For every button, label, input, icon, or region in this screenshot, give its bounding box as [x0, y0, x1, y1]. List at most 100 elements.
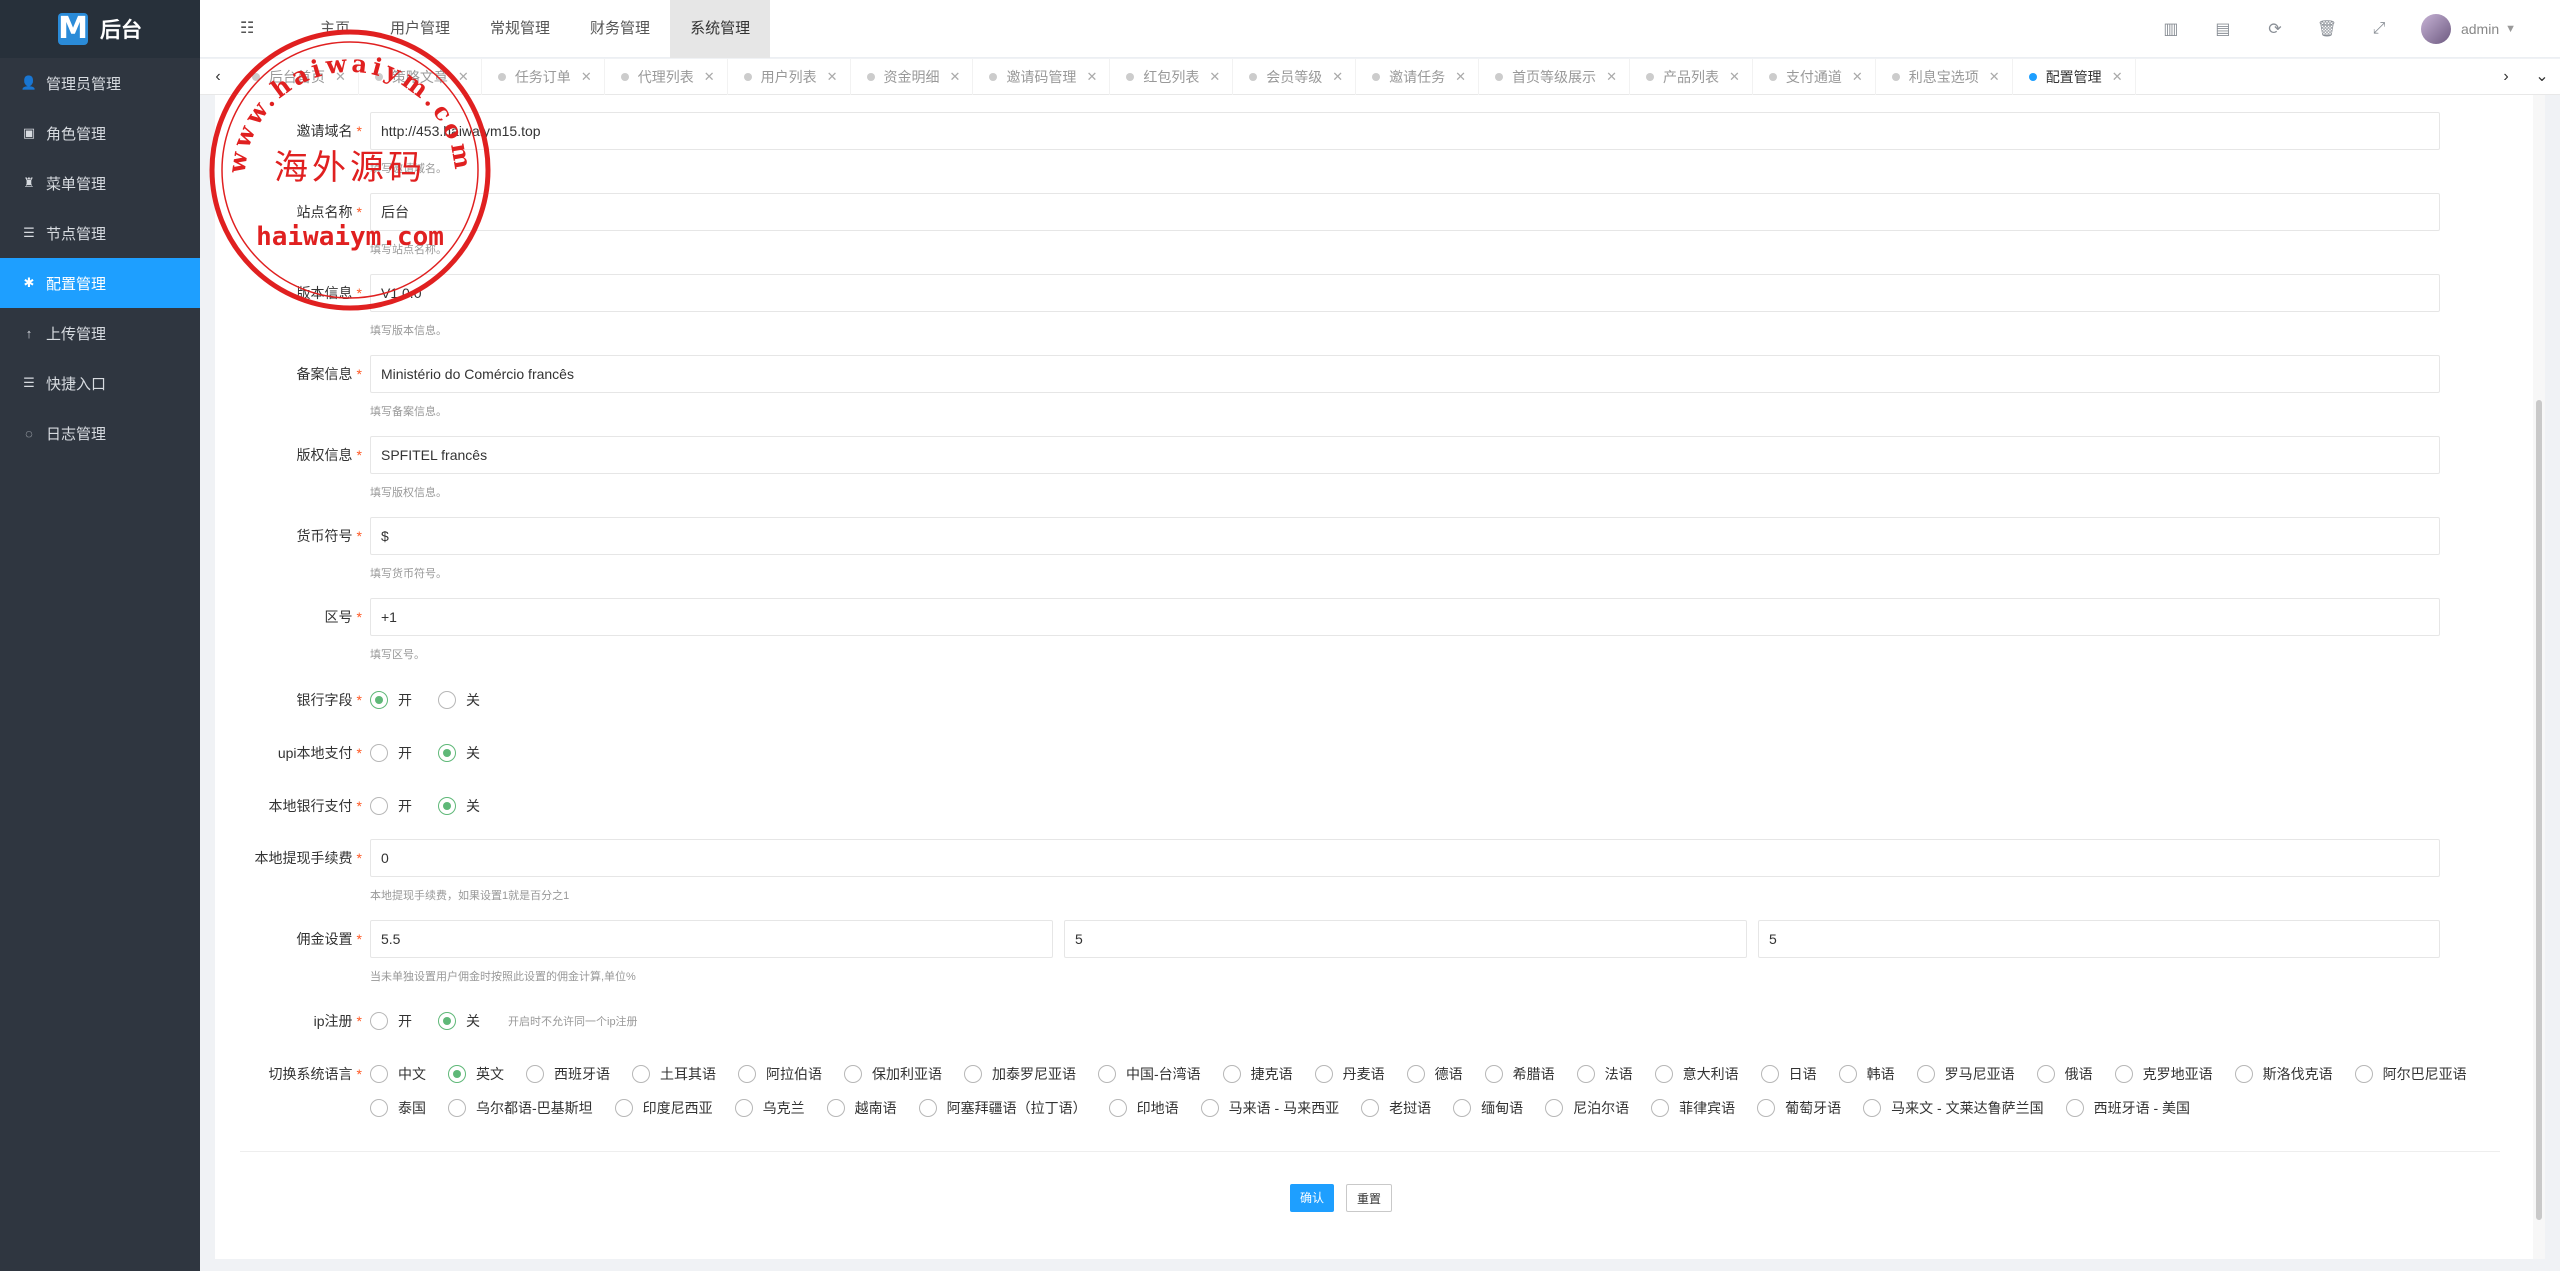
language-option-radio[interactable]: 西班牙语: [526, 1057, 610, 1091]
language-option-radio[interactable]: 马来文 - 文莱达鲁萨兰国: [1863, 1091, 2044, 1125]
close-icon[interactable]: ✕: [581, 59, 592, 95]
sidebar-item-4[interactable]: ✱ 配置管理: [0, 258, 200, 308]
record-input[interactable]: Ministério do Comércio francês: [370, 355, 2440, 393]
tab-5[interactable]: 资金明细 ✕: [851, 59, 974, 95]
chart-icon[interactable]: ▥: [2145, 19, 2197, 39]
language-option-radio[interactable]: 土耳其语: [632, 1057, 716, 1091]
language-option-radio[interactable]: 斯洛伐克语: [2234, 1057, 2333, 1091]
close-icon[interactable]: ✕: [704, 59, 715, 95]
confirm-button[interactable]: 确认: [1290, 1184, 1334, 1212]
close-icon[interactable]: ✕: [1729, 59, 1740, 95]
close-icon[interactable]: ✕: [1606, 59, 1617, 95]
site-name-input[interactable]: 后台: [370, 193, 2440, 231]
withdraw-fee-input[interactable]: 0: [370, 839, 2440, 877]
language-option-radio[interactable]: 马来语 - 马来西亚: [1200, 1091, 1339, 1125]
commission-input-3[interactable]: 5: [1758, 920, 2440, 958]
tab-1[interactable]: 策略文章 ✕: [359, 59, 482, 95]
fullscreen-icon[interactable]: ⤢: [2353, 20, 2405, 38]
version-input[interactable]: V1.0.0: [370, 274, 2440, 312]
area-code-input[interactable]: +1: [370, 598, 2440, 636]
tab-0[interactable]: 后台首页 ✕: [236, 59, 359, 95]
logo[interactable]: M 后台: [0, 0, 200, 58]
tab-4[interactable]: 用户列表 ✕: [728, 59, 851, 95]
sidebar-item-7[interactable]: ◌ 日志管理: [0, 408, 200, 458]
topnav-item-4[interactable]: 系统管理: [670, 0, 771, 58]
sidebar-item-1[interactable]: ▣ 角色管理: [0, 108, 200, 158]
ip-register-off-radio[interactable]: 关: [438, 1011, 480, 1031]
card-icon[interactable]: ▤: [2197, 19, 2249, 39]
tab-10[interactable]: 首页等级展示 ✕: [1479, 59, 1630, 95]
refresh-icon[interactable]: ⟳: [2249, 19, 2301, 39]
language-option-radio[interactable]: 中文: [370, 1057, 426, 1091]
language-option-radio[interactable]: 罗马尼亚语: [1916, 1057, 2015, 1091]
language-option-radio[interactable]: 西班牙语 - 美国: [2065, 1091, 2190, 1125]
language-option-radio[interactable]: 尼泊尔语: [1545, 1091, 1629, 1125]
scrollbar[interactable]: [2533, 95, 2545, 1259]
tab-12[interactable]: 支付通道 ✕: [1753, 59, 1876, 95]
language-option-radio[interactable]: 克罗地亚语: [2114, 1057, 2213, 1091]
ip-register-on-radio[interactable]: 开: [370, 1011, 412, 1031]
tabs-scroll-right-icon[interactable]: ›: [2488, 59, 2524, 95]
sidebar-item-3[interactable]: ☰ 节点管理: [0, 208, 200, 258]
tab-9[interactable]: 邀请任务 ✕: [1356, 59, 1480, 95]
language-option-radio[interactable]: 葡萄牙语: [1757, 1091, 1841, 1125]
language-option-radio[interactable]: 乌克兰: [734, 1091, 805, 1125]
language-option-radio[interactable]: 意大利语: [1654, 1057, 1739, 1091]
commission-input-2[interactable]: 5: [1064, 920, 1747, 958]
language-option-radio[interactable]: 阿拉伯语: [738, 1057, 822, 1091]
language-option-radio[interactable]: 加泰罗尼亚语: [964, 1057, 1076, 1091]
topnav-item-1[interactable]: 用户管理: [370, 0, 470, 58]
close-icon[interactable]: ✕: [1209, 59, 1220, 95]
currency-input[interactable]: $: [370, 517, 2440, 555]
close-icon[interactable]: ✕: [950, 59, 961, 95]
sidebar-item-6[interactable]: ☰ 快捷入口: [0, 358, 200, 408]
language-option-radio[interactable]: 阿尔巴尼亚语: [2354, 1057, 2467, 1091]
invite-domain-input[interactable]: http://453.haiwaiym15.top: [370, 112, 2440, 150]
tab-6[interactable]: 邀请码管理 ✕: [973, 59, 1111, 95]
close-icon[interactable]: ✕: [1086, 59, 1097, 95]
local-bank-pay-on-radio[interactable]: 开: [370, 796, 412, 816]
language-option-radio[interactable]: 希腊语: [1484, 1057, 1555, 1091]
bank-field-on-radio[interactable]: 开: [370, 690, 412, 710]
language-option-radio[interactable]: 韩语: [1838, 1057, 1895, 1091]
trash-icon[interactable]: 🗑: [2301, 19, 2353, 39]
close-icon[interactable]: ✕: [1455, 59, 1466, 95]
language-option-radio[interactable]: 印地语: [1108, 1091, 1179, 1125]
tab-7[interactable]: 红包列表 ✕: [1110, 59, 1234, 95]
language-option-radio[interactable]: 捷克语: [1222, 1057, 1293, 1091]
language-option-radio[interactable]: 印度尼西亚: [614, 1091, 713, 1125]
language-option-radio[interactable]: 日语: [1760, 1057, 1817, 1091]
topnav-item-3[interactable]: 财务管理: [570, 0, 670, 58]
language-option-radio[interactable]: 泰国: [370, 1091, 426, 1125]
close-icon[interactable]: ✕: [458, 59, 469, 95]
tab-3[interactable]: 代理列表 ✕: [605, 59, 728, 95]
language-option-radio[interactable]: 越南语: [826, 1091, 897, 1125]
sidebar-toggle-icon[interactable]: ☷: [240, 18, 260, 38]
sidebar-item-2[interactable]: ♜ 菜单管理: [0, 158, 200, 208]
language-option-radio[interactable]: 法语: [1576, 1057, 1633, 1091]
close-icon[interactable]: ✕: [2112, 59, 2123, 95]
local-bank-pay-off-radio[interactable]: 关: [438, 796, 480, 816]
tab-8[interactable]: 会员等级 ✕: [1233, 59, 1357, 95]
tab-13[interactable]: 利息宝选项 ✕: [1876, 59, 2013, 95]
language-option-radio[interactable]: 俄语: [2036, 1057, 2093, 1091]
reset-button[interactable]: 重置: [1346, 1184, 1392, 1212]
language-option-radio[interactable]: 丹麦语: [1314, 1057, 1385, 1091]
language-option-radio[interactable]: 乌尔都语-巴基斯坦: [448, 1091, 593, 1125]
tabs-scroll-left-icon[interactable]: ‹: [200, 59, 236, 95]
tab-2[interactable]: 任务订单 ✕: [482, 59, 605, 95]
language-option-radio[interactable]: 菲律宾语: [1651, 1091, 1735, 1125]
sidebar-item-5[interactable]: ↑ 上传管理: [0, 308, 200, 358]
topnav-item-0[interactable]: 主页: [300, 0, 370, 58]
sidebar-item-0[interactable]: 👤 管理员管理: [0, 58, 200, 108]
copyright-input[interactable]: SPFITEL francês: [370, 436, 2440, 474]
language-option-radio[interactable]: 缅甸语: [1453, 1091, 1523, 1125]
bank-field-off-radio[interactable]: 关: [438, 690, 480, 710]
language-option-radio[interactable]: 英文: [448, 1057, 504, 1091]
close-icon[interactable]: ✕: [1332, 59, 1343, 95]
close-icon[interactable]: ✕: [1989, 59, 2000, 95]
scrollbar-thumb[interactable]: [2536, 400, 2542, 1220]
commission-input-1[interactable]: 5.5: [370, 920, 1053, 958]
language-option-radio[interactable]: 阿塞拜疆语（拉丁语）: [918, 1091, 1087, 1125]
language-option-radio[interactable]: 保加利亚语: [844, 1057, 942, 1091]
